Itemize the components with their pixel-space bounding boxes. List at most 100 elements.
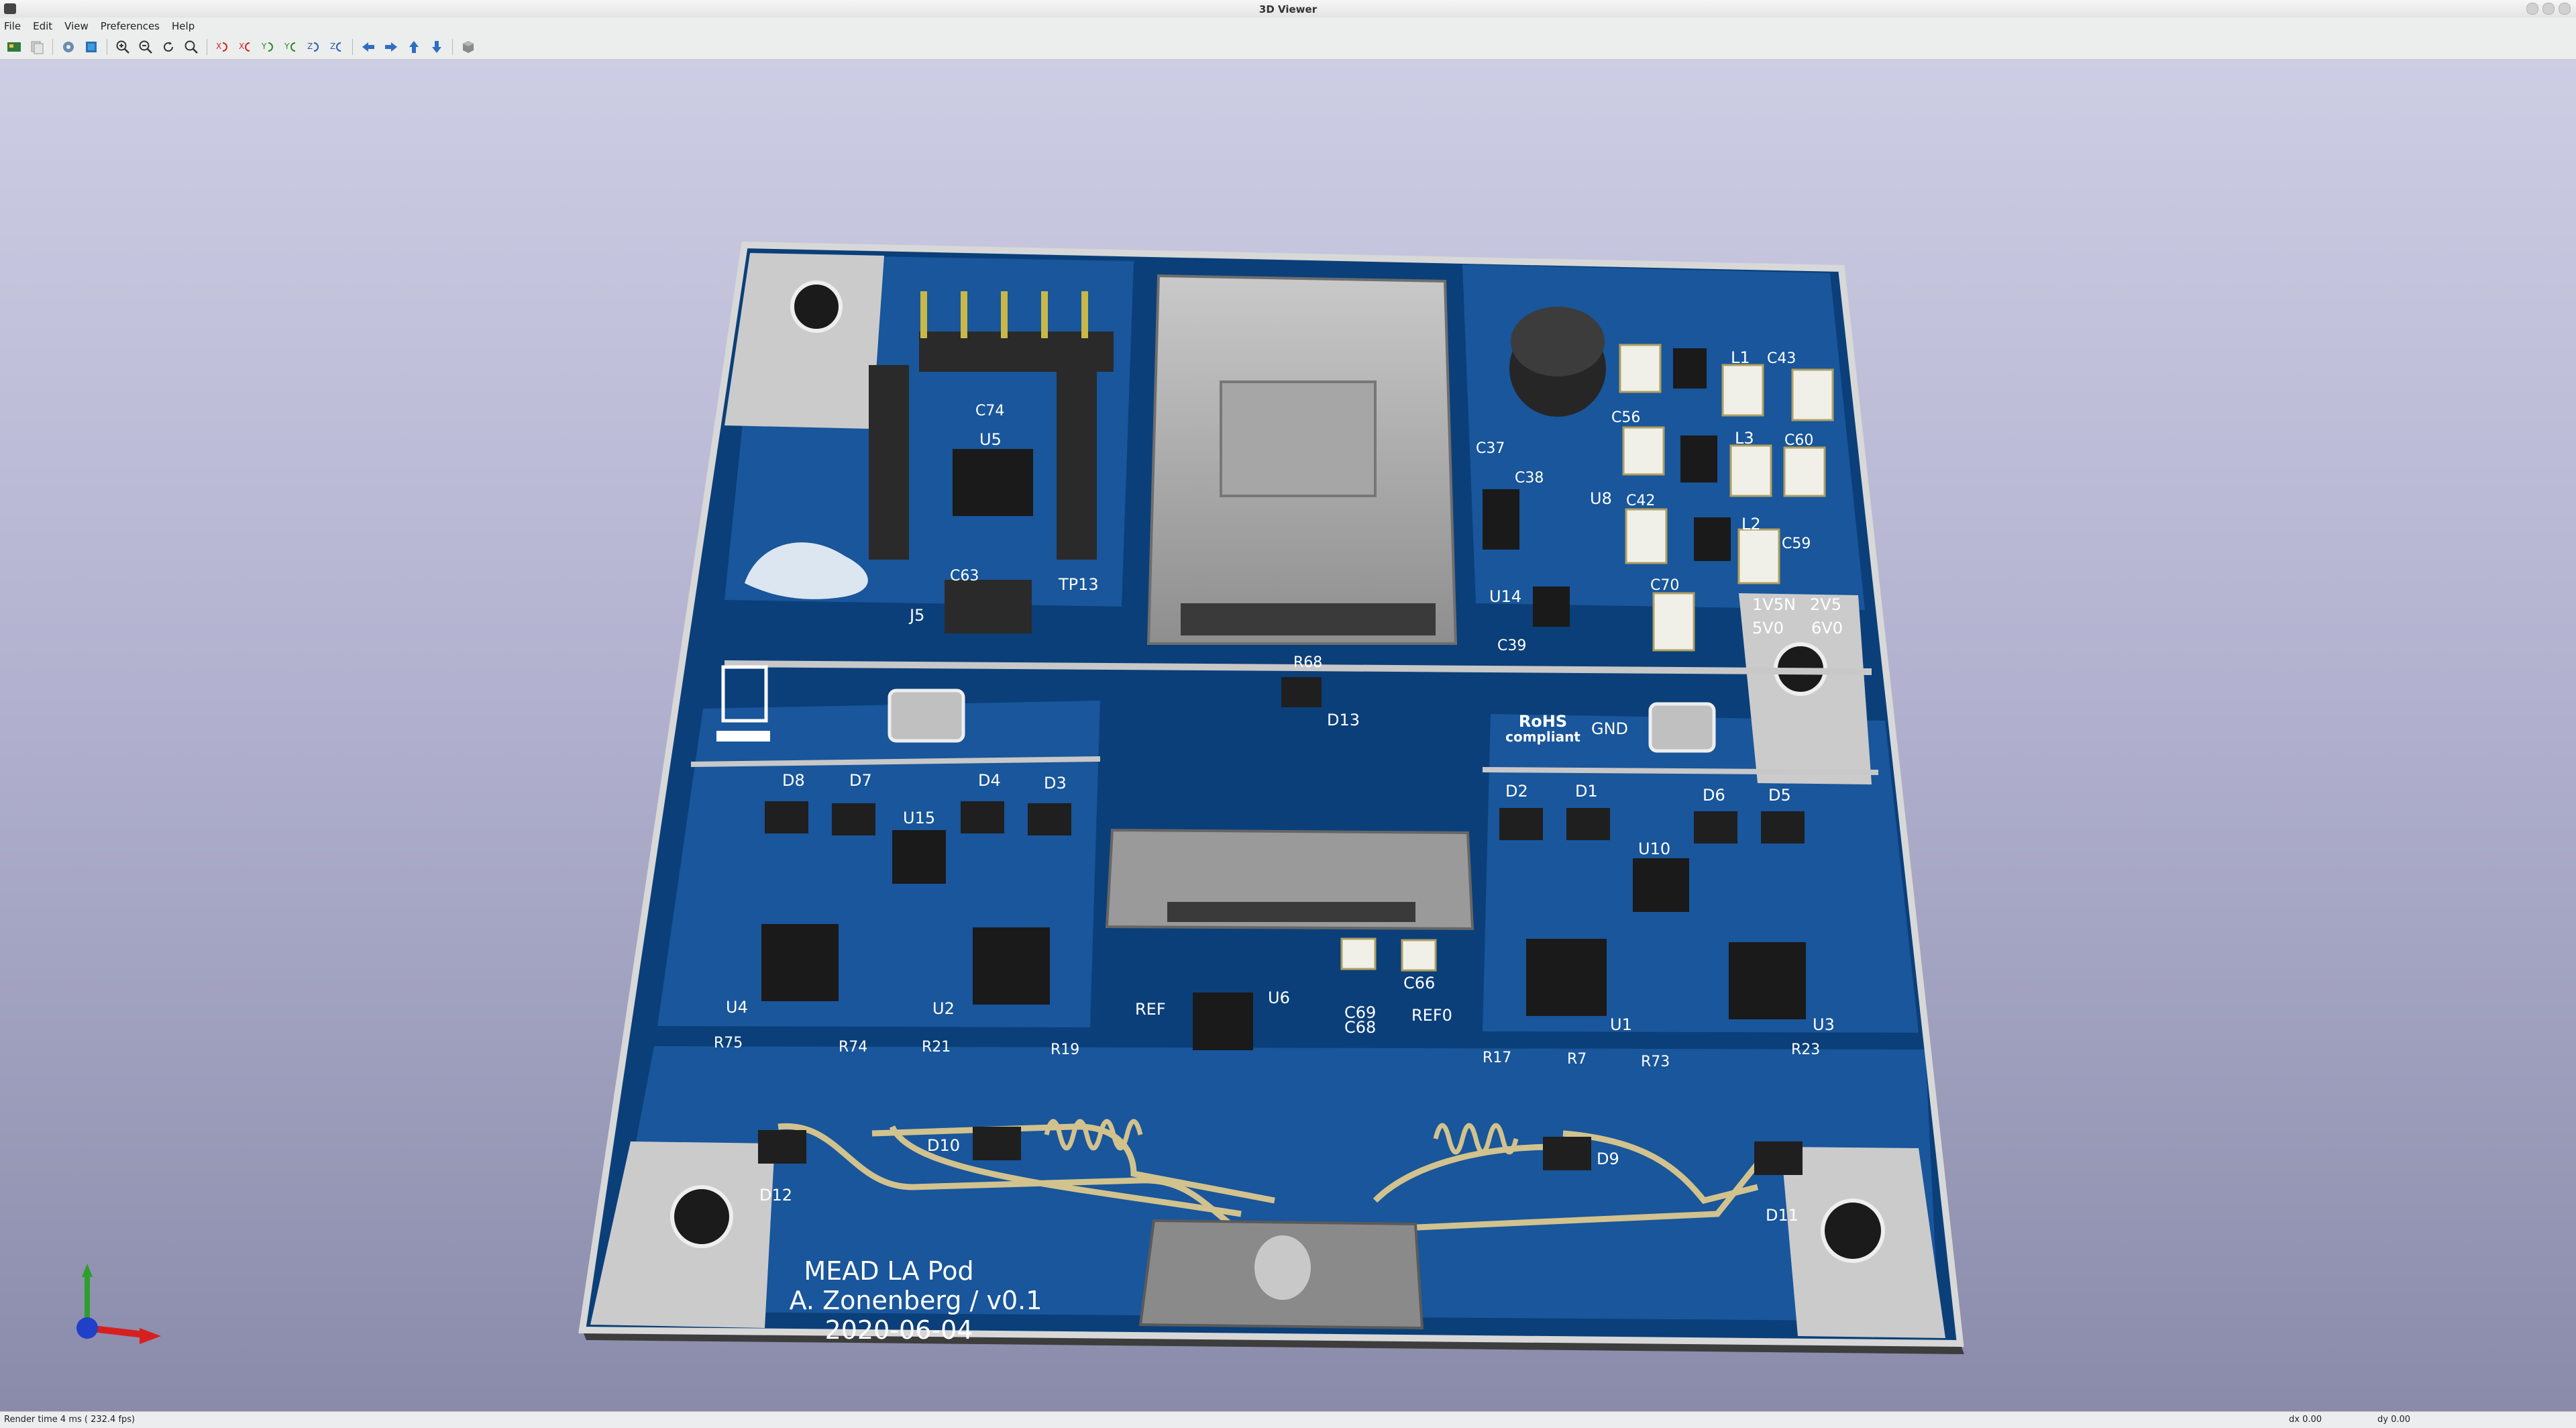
zoom-in-button[interactable] — [113, 37, 133, 57]
zoom-fit-button[interactable] — [181, 37, 201, 57]
pcb-render: MEAD LA Pod A. Zonenberg / v0.1 2020-06-… — [578, 241, 1964, 1354]
rotate-z-cw-icon: Z — [307, 42, 319, 52]
menu-file[interactable]: File — [0, 17, 27, 35]
refdes-label: C68 — [1344, 1018, 1376, 1037]
menu-edit[interactable]: Edit — [27, 17, 58, 35]
toolbar-separator — [352, 39, 353, 55]
weee-bar — [716, 731, 770, 742]
pin-header-left — [869, 365, 909, 560]
render-time-text: Render time 4 ms ( 232.4 fps) — [4, 1415, 136, 1425]
board-title-line-1: MEAD LA Pod — [804, 1256, 973, 1286]
board-clip-left — [888, 688, 965, 743]
refdes-label: U8 — [1590, 489, 1612, 508]
move-left-button[interactable] — [358, 37, 378, 57]
display-options-icon — [63, 42, 74, 52]
top-connector-slot — [1181, 603, 1436, 635]
refdes-label: D13 — [1327, 711, 1360, 729]
rotate-x-ccw-icon: X — [239, 42, 250, 52]
move-up-icon — [409, 41, 419, 53]
board-title-line-2: A. Zonenberg / v0.1 — [790, 1286, 1042, 1315]
close-button[interactable] — [2559, 3, 2571, 15]
move-left-icon — [362, 42, 374, 52]
rotate-y-cw-button[interactable]: Y — [258, 37, 278, 57]
title-bar: 3D Viewer — [0, 0, 2576, 18]
refdes-label: U10 — [1638, 839, 1670, 858]
ref0-label: REF0 — [1411, 1006, 1452, 1025]
move-right-icon — [385, 42, 397, 52]
refdes-label: U3 — [1813, 1015, 1835, 1034]
refdes-label: D2 — [1505, 782, 1528, 801]
rotate-y-ccw-button[interactable]: Y — [281, 37, 301, 57]
refdes-label: D3 — [1044, 774, 1067, 793]
refdes-label: R23 — [1791, 1041, 1820, 1058]
refdes-label: C74 — [975, 403, 1004, 419]
board-clip-right — [1648, 702, 1716, 753]
menu-view[interactable]: View — [58, 17, 95, 35]
render-raytracing-button[interactable] — [4, 37, 24, 57]
pin-header-j5 — [945, 580, 1032, 633]
mounting-hole-bottom-right — [1821, 1198, 1885, 1263]
dx-readout: dx 0.00 — [2289, 1415, 2322, 1425]
minimize-button[interactable] — [2526, 3, 2538, 15]
refdes-label: C59 — [1782, 536, 1811, 552]
move-down-button[interactable] — [427, 37, 447, 57]
pin-header-right — [1057, 365, 1097, 560]
rohs-logo-text: RoHS — [1519, 712, 1567, 731]
refdes-label: D8 — [782, 771, 805, 790]
rotate-x-cw-button[interactable]: X — [213, 37, 233, 57]
refdes-label: R21 — [922, 1039, 951, 1056]
redraw-icon — [164, 42, 173, 52]
refdes-label: D6 — [1703, 786, 1725, 805]
display-options-button[interactable] — [58, 37, 78, 57]
3d-canvas[interactable]: MEAD LA Pod A. Zonenberg / v0.1 2020-06-… — [0, 60, 2576, 1411]
refdes-label: R73 — [1641, 1054, 1670, 1070]
rail-label-1v5n: 1V5N — [1752, 595, 1796, 614]
mounting-hole-bottom-left — [670, 1185, 733, 1248]
refdes-label: C43 — [1767, 350, 1796, 367]
svg-text:X: X — [239, 42, 244, 51]
refdes-label: J5 — [908, 606, 924, 625]
window-title: 3D Viewer — [1258, 3, 1318, 15]
menu-help[interactable]: Help — [166, 17, 201, 35]
move-down-icon — [432, 41, 441, 53]
refdes-label: R7 — [1567, 1051, 1587, 1068]
refdes-label: U4 — [726, 998, 748, 1017]
toolbar: X X Y Y Z Z — [0, 35, 2576, 60]
rotate-z-ccw-button[interactable]: Z — [327, 37, 347, 57]
refdes-label: C42 — [1626, 493, 1655, 509]
refdes-label: U2 — [932, 999, 955, 1018]
refdes-label: TP13 — [1058, 575, 1099, 594]
refdes-label: U15 — [903, 809, 935, 827]
layers-button[interactable] — [81, 37, 101, 57]
refdes-label: U1 — [1610, 1015, 1632, 1034]
refdes-label: D12 — [759, 1186, 792, 1205]
copy-to-clipboard-button[interactable] — [27, 37, 47, 57]
rotate-x-ccw-button[interactable]: X — [235, 37, 256, 57]
move-up-button[interactable] — [404, 37, 424, 57]
refdes-label: D5 — [1768, 786, 1791, 805]
refdes-label: D1 — [1575, 782, 1598, 801]
refdes-label: C60 — [1784, 432, 1813, 449]
layers-icon — [86, 42, 97, 52]
refdes-label: D10 — [927, 1136, 960, 1155]
ribbon-connector-slot — [1167, 902, 1415, 922]
zoom-fit-icon — [184, 40, 198, 54]
zoom-out-icon — [139, 40, 152, 54]
mounting-pad-top-left — [724, 253, 884, 429]
dy-readout: dy 0.00 — [2377, 1415, 2411, 1425]
status-bar: Render time 4 ms ( 232.4 fps) dx 0.00 dy… — [0, 1411, 2576, 1428]
refdes-label: C63 — [950, 568, 979, 584]
refdes-label: C38 — [1515, 470, 1544, 487]
move-right-button[interactable] — [381, 37, 401, 57]
zoom-out-button[interactable] — [136, 37, 156, 57]
maximize-button[interactable] — [2542, 3, 2555, 15]
ortho-toggle-button[interactable] — [458, 37, 478, 57]
rotate-z-cw-button[interactable]: Z — [304, 37, 324, 57]
rotate-x-cw-icon: X — [216, 42, 227, 52]
redraw-button[interactable] — [158, 37, 178, 57]
refdes-label: R74 — [839, 1039, 867, 1056]
rotate-z-ccw-icon: Z — [330, 42, 341, 52]
electrolytic-capacitor-top — [1511, 307, 1605, 376]
menu-preferences[interactable]: Preferences — [95, 17, 166, 35]
toolbar-separator — [52, 39, 53, 55]
